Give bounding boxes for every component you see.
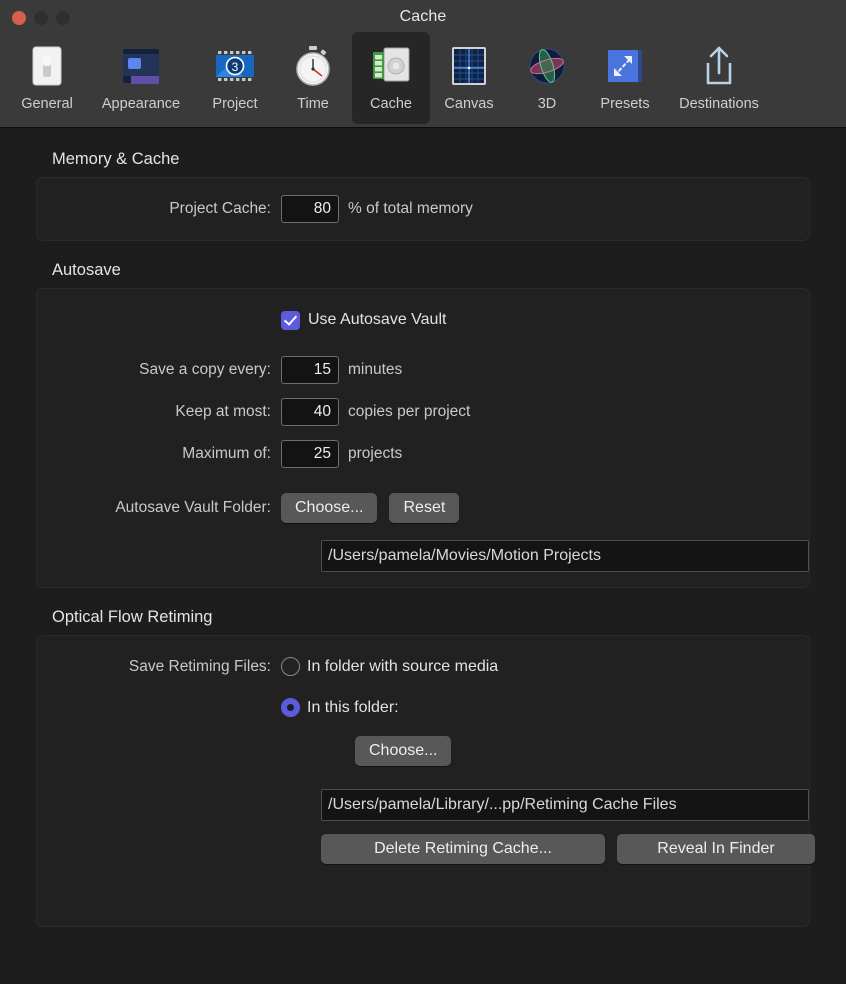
zoom-button[interactable]	[56, 11, 70, 25]
row-vault-folder: Autosave Vault Folder: Choose... Reset	[37, 491, 809, 525]
radio-in-folder-with-source-media[interactable]: In folder with source media	[281, 657, 498, 676]
maximum-of-label: Maximum of:	[37, 445, 281, 463]
tab-time-label: Time	[297, 96, 329, 112]
reveal-in-finder-button[interactable]: Reveal In Finder	[617, 834, 815, 864]
panel-optical-flow: Save Retiming Files: In folder with sour…	[36, 635, 810, 927]
row-retiming-path	[37, 788, 809, 822]
project-cache-label: Project Cache:	[37, 200, 281, 218]
radio-this-folder-label: In this folder:	[307, 699, 399, 717]
minimize-button[interactable]	[34, 11, 48, 25]
panel-autosave: Use Autosave Vault Save a copy every: mi…	[36, 288, 810, 588]
tab-project-label: Project	[212, 96, 257, 112]
cache-harddrive-icon	[365, 40, 417, 92]
checkmark-icon	[281, 311, 300, 330]
save-every-suffix: minutes	[348, 361, 402, 379]
use-autosave-vault-checkbox[interactable]: Use Autosave Vault	[281, 311, 446, 330]
radio-in-this-folder[interactable]: In this folder:	[281, 698, 399, 717]
row-retiming-actions: Delete Retiming Cache... Reveal In Finde…	[37, 832, 809, 866]
tab-general[interactable]: General	[8, 32, 86, 124]
maximum-of-suffix: projects	[348, 445, 402, 463]
save-every-input[interactable]	[281, 356, 339, 384]
preferences-toolbar: General Appearance	[0, 26, 846, 124]
tab-destinations[interactable]: Destinations	[664, 32, 774, 124]
panel-memory-cache: Project Cache: % of total memory	[36, 177, 810, 241]
window-controls	[12, 11, 70, 25]
project-filmstrip-icon: 3	[209, 40, 261, 92]
retiming-action-buttons: Delete Retiming Cache... Reveal In Finde…	[321, 834, 815, 864]
retiming-choose-button[interactable]: Choose...	[355, 736, 451, 766]
general-switch-icon	[21, 40, 73, 92]
vault-folder-buttons: Choose... Reset	[281, 493, 459, 523]
preferences-content: Memory & Cache Project Cache: % of total…	[0, 128, 846, 984]
tab-project[interactable]: 3 Project	[196, 32, 274, 124]
close-button[interactable]	[12, 11, 26, 25]
presets-resize-icon	[599, 40, 651, 92]
maximum-of-input[interactable]	[281, 440, 339, 468]
retiming-path-field[interactable]	[321, 789, 809, 821]
row-project-cache: Project Cache: % of total memory	[37, 192, 809, 226]
keep-at-most-label: Keep at most:	[37, 403, 281, 421]
tab-time[interactable]: Time	[274, 32, 352, 124]
tab-presets[interactable]: Presets	[586, 32, 664, 124]
vault-choose-button[interactable]: Choose...	[281, 493, 377, 523]
titlebar: Cache General	[0, 0, 846, 128]
row-maximum-of: Maximum of: projects	[37, 437, 809, 471]
tab-general-label: General	[21, 96, 73, 112]
tab-3d[interactable]: 3D	[508, 32, 586, 124]
row-save-retiming-this-folder: In this folder:	[37, 691, 809, 724]
save-retiming-label: Save Retiming Files:	[37, 658, 281, 676]
radio-source-media-label: In folder with source media	[307, 658, 498, 676]
stopwatch-icon	[287, 40, 339, 92]
svg-text:3: 3	[232, 60, 239, 74]
tab-canvas-label: Canvas	[444, 96, 493, 112]
tab-cache-label: Cache	[370, 96, 412, 112]
keep-at-most-suffix: copies per project	[348, 403, 470, 421]
row-keep-at-most: Keep at most: copies per project	[37, 395, 809, 429]
row-save-retiming-source: Save Retiming Files: In folder with sour…	[37, 650, 809, 683]
vault-folder-label: Autosave Vault Folder:	[37, 499, 281, 517]
save-every-label: Save a copy every:	[37, 361, 281, 379]
delete-retiming-cache-button[interactable]: Delete Retiming Cache...	[321, 834, 605, 864]
section-title-memory-cache: Memory & Cache	[52, 150, 810, 169]
vault-path-field[interactable]	[321, 540, 809, 572]
3d-sphere-icon	[521, 40, 573, 92]
radio-on-icon	[281, 698, 300, 717]
project-cache-input[interactable]	[281, 195, 339, 223]
tab-3d-label: 3D	[538, 96, 557, 112]
row-use-autosave-vault: Use Autosave Vault	[37, 303, 809, 337]
section-title-optical-flow: Optical Flow Retiming	[52, 608, 810, 627]
section-title-autosave: Autosave	[52, 261, 810, 280]
window-title: Cache	[0, 0, 846, 26]
use-autosave-vault-label: Use Autosave Vault	[308, 311, 446, 329]
tab-appearance-label: Appearance	[102, 96, 180, 112]
tab-destinations-label: Destinations	[679, 96, 759, 112]
vault-reset-button[interactable]: Reset	[389, 493, 459, 523]
tab-cache[interactable]: Cache	[352, 32, 430, 124]
tab-presets-label: Presets	[600, 96, 649, 112]
project-cache-suffix: % of total memory	[348, 200, 473, 218]
row-save-every: Save a copy every: minutes	[37, 353, 809, 387]
tab-canvas[interactable]: Canvas	[430, 32, 508, 124]
appearance-icon	[115, 40, 167, 92]
row-vault-path	[37, 539, 809, 573]
share-export-icon	[693, 40, 745, 92]
radio-off-icon	[281, 657, 300, 676]
canvas-grid-icon	[443, 40, 495, 92]
preferences-window: Cache General	[0, 0, 846, 984]
row-retiming-choose: Choose...	[37, 734, 809, 768]
keep-at-most-input[interactable]	[281, 398, 339, 426]
tab-appearance[interactable]: Appearance	[86, 32, 196, 124]
